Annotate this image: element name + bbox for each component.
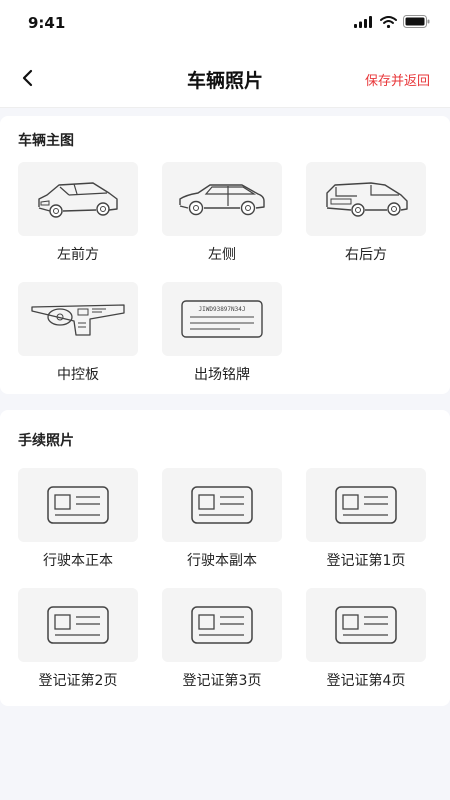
wifi-icon (380, 15, 397, 28)
photo-tile-label: 右后方 (345, 247, 387, 263)
battery-icon (403, 15, 430, 28)
photo-tile-label: 左侧 (208, 247, 236, 263)
photo-tile-label: 中控板 (57, 367, 99, 383)
photo-slot (306, 588, 426, 662)
doc-tile-registration-page-3[interactable]: 登记证第3页 (162, 588, 282, 690)
signal-icon (354, 15, 372, 28)
car-side-icon (179, 184, 265, 216)
doc-tile-label: 登记证第1页 (326, 553, 406, 569)
photo-tile-dashboard[interactable]: 中控板 (18, 282, 138, 384)
photo-tile-label: 出场铭牌 (194, 367, 250, 383)
doc-tile-label: 登记证第3页 (182, 673, 262, 689)
photo-slot (306, 468, 426, 542)
photo-tile-label: 左前方 (57, 247, 99, 263)
nav-bar: 车辆照片 保存并返回 (0, 48, 450, 108)
photo-slot (18, 468, 138, 542)
id-card-icon (191, 486, 253, 524)
id-card-icon (335, 486, 397, 524)
id-card-icon (47, 486, 109, 524)
id-card-icon (335, 606, 397, 644)
photo-slot (306, 162, 426, 236)
photo-slot (162, 162, 282, 236)
doc-tile-registration-page-1[interactable]: 登记证第1页 (306, 468, 426, 570)
doc-tile-registration-page-4[interactable]: 登记证第4页 (306, 588, 426, 690)
status-icons (354, 15, 430, 28)
documents-section-title: 手续照片 (18, 433, 74, 449)
photo-slot (18, 588, 138, 662)
photo-slot (162, 468, 282, 542)
vehicle-section-title: 车辆主图 (18, 133, 74, 149)
nameplate-text: JIWD93897N34J (199, 306, 246, 313)
doc-tile-license-original[interactable]: 行驶本正本 (18, 468, 138, 570)
photo-slot (18, 162, 138, 236)
doc-tile-label: 行驶本正本 (43, 553, 113, 569)
photo-slot (18, 282, 138, 356)
photo-tile-front-left[interactable]: 左前方 (18, 162, 138, 264)
vehicle-photos-card: 车辆主图 左前方 左侧 右后方 中控板 JIWD93897N34J 出场铭牌 (0, 116, 450, 394)
doc-tile-label: 登记证第2页 (38, 673, 118, 689)
photo-tile-left-side[interactable]: 左侧 (162, 162, 282, 264)
save-and-return-button[interactable]: 保存并返回 (365, 70, 430, 89)
dashboard-icon (31, 304, 125, 336)
document-photos-card: 手续照片 行驶本正本 行驶本副本 登记证第1页 登记证第2页 登记证第3页 登记… (0, 410, 450, 706)
car-rear-right-icon (326, 182, 408, 217)
status-time: 9:41 (28, 14, 66, 32)
doc-tile-label: 登记证第4页 (326, 673, 406, 689)
doc-tile-registration-page-2[interactable]: 登记证第2页 (18, 588, 138, 690)
photo-slot (162, 588, 282, 662)
photo-tile-rear-right[interactable]: 右后方 (306, 162, 426, 264)
status-bar: 9:41 (0, 0, 450, 48)
id-card-icon (191, 606, 253, 644)
nameplate-icon: JIWD93897N34J (181, 300, 263, 338)
photo-slot: JIWD93897N34J (162, 282, 282, 356)
photo-tile-nameplate[interactable]: JIWD93897N34J 出场铭牌 (162, 282, 282, 384)
car-front-left-icon (38, 182, 118, 218)
doc-tile-license-copy[interactable]: 行驶本副本 (162, 468, 282, 570)
doc-tile-label: 行驶本副本 (187, 553, 257, 569)
id-card-icon (47, 606, 109, 644)
